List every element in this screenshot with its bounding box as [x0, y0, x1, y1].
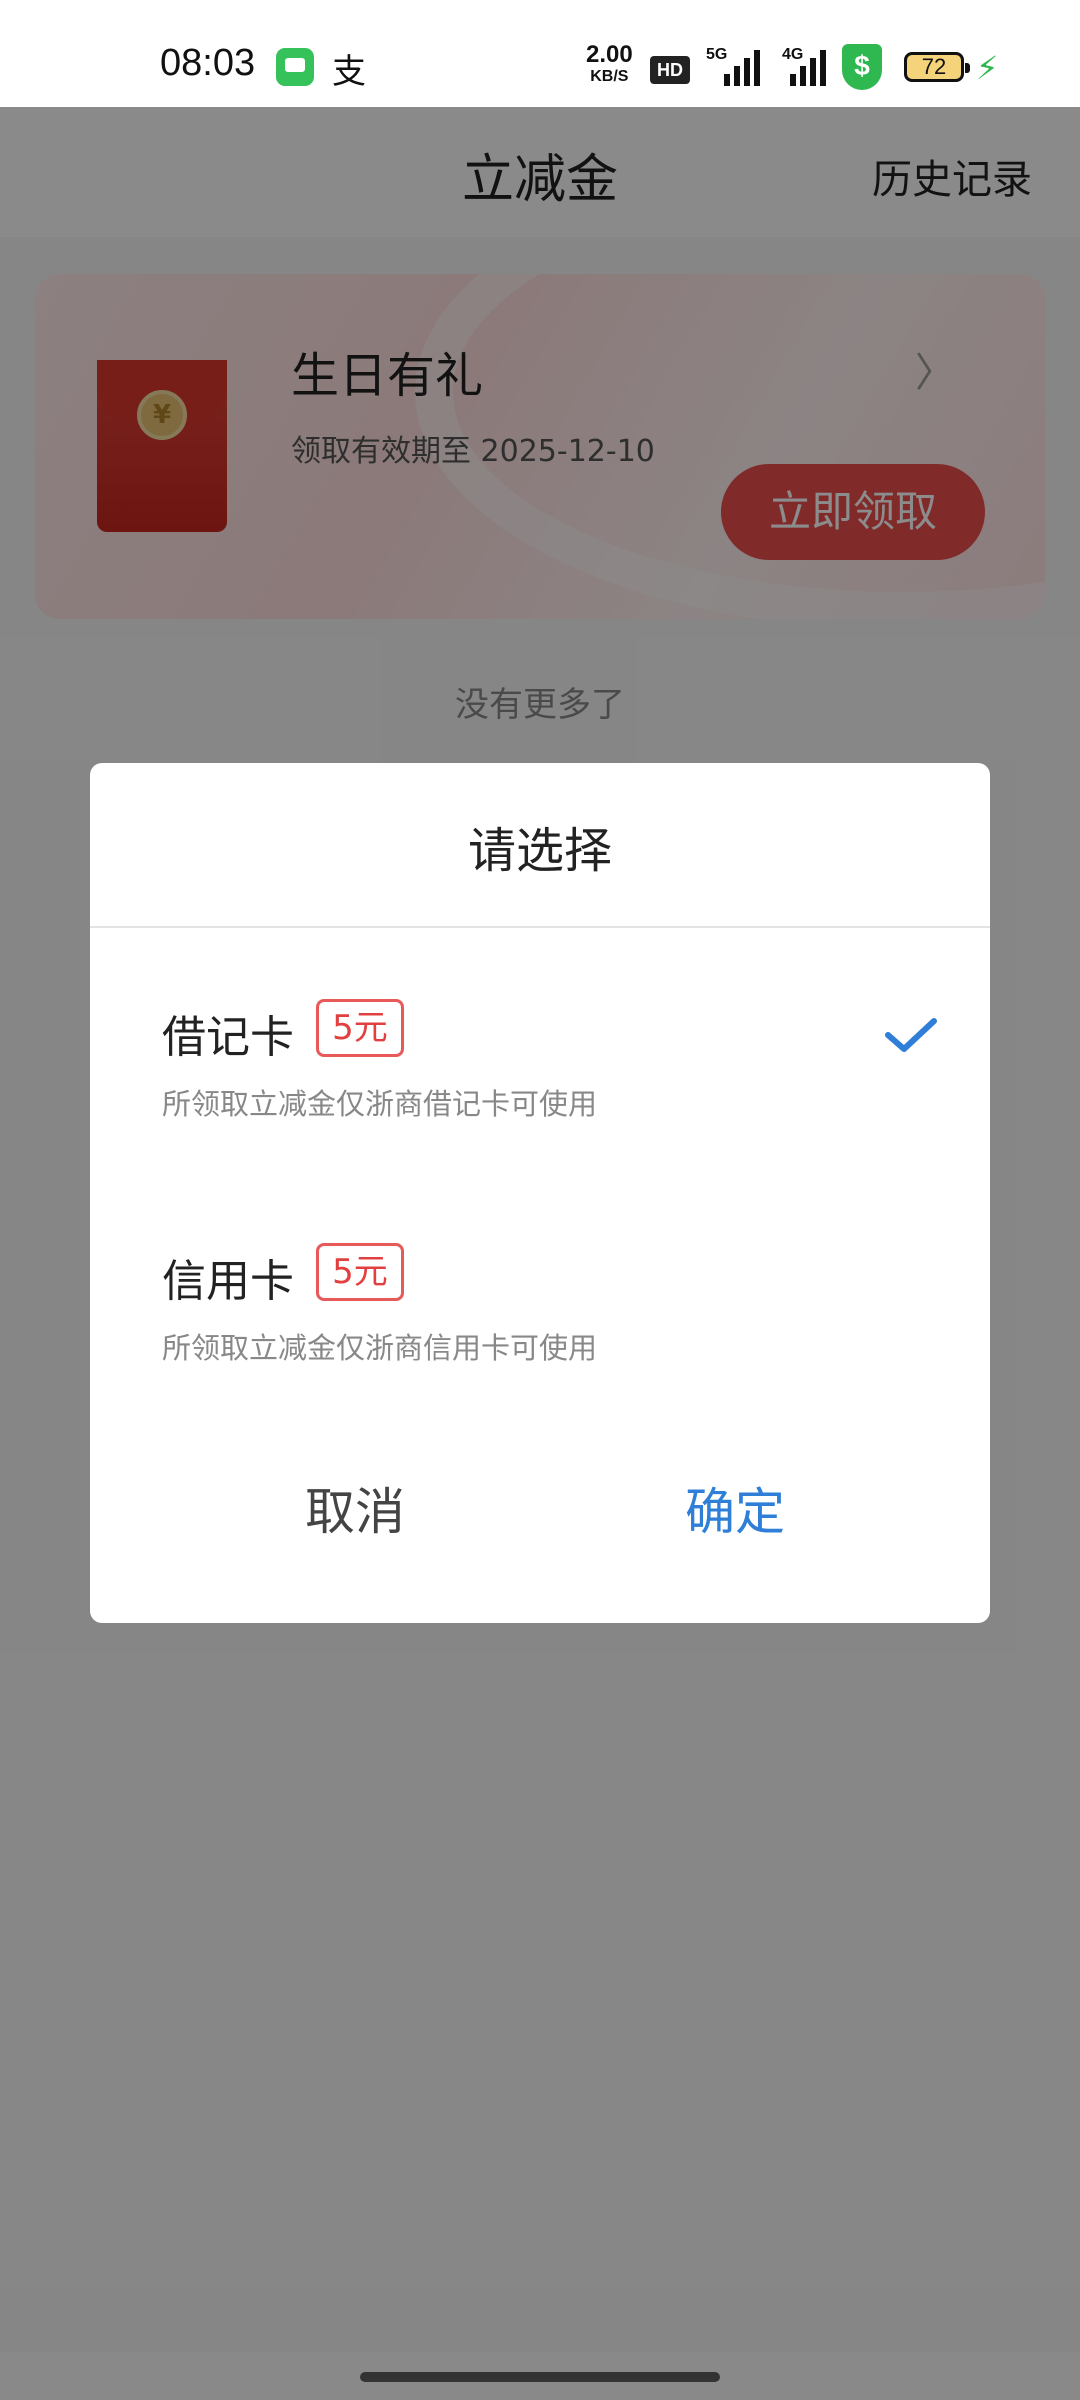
amount-badge: 5元: [316, 999, 404, 1057]
option-description: 所领取立减金仅浙商借记卡可使用: [162, 1087, 598, 1121]
signal-icon: [724, 48, 764, 86]
alipay-icon: 支: [332, 52, 366, 92]
network-speed-value: 2.00: [586, 41, 633, 68]
hd-icon: HD: [650, 56, 690, 84]
home-indicator[interactable]: [360, 2372, 720, 2382]
status-time: 08:03: [160, 42, 256, 84]
signal-icon: [790, 48, 830, 86]
battery-icon: 72: [904, 52, 970, 82]
security-shield-icon: $: [842, 44, 882, 90]
confirm-button[interactable]: 确定: [640, 1467, 830, 1557]
cancel-button[interactable]: 取消: [260, 1467, 450, 1557]
option-label: 信用卡: [162, 1256, 294, 1307]
option-credit-card[interactable]: 信用卡 5元 所领取立减金仅浙商信用卡可使用: [162, 1243, 922, 1385]
option-debit-card[interactable]: 借记卡 5元 所领取立减金仅浙商借记卡可使用: [162, 999, 937, 1141]
network-speed-unit: KB/S: [590, 68, 629, 85]
messages-app-icon: [276, 48, 314, 86]
dialog-divider: [90, 926, 990, 928]
option-label: 借记卡: [162, 1012, 294, 1063]
option-description: 所领取立减金仅浙商信用卡可使用: [162, 1331, 598, 1365]
checkmark-icon: [885, 1018, 937, 1052]
dialog-title: 请选择: [467, 823, 612, 879]
network-speed: 2.00 KB/S: [586, 41, 633, 88]
charging-icon: ⚡: [976, 49, 999, 87]
choose-card-dialog: 请选择 借记卡 5元 所领取立减金仅浙商借记卡可使用 信用卡 5元 所领取立减金…: [90, 763, 990, 1623]
status-bar: 08:03 支 2.00 KB/S HD 5G 4G $ 72 ⚡: [0, 0, 1080, 107]
amount-badge: 5元: [316, 1243, 404, 1301]
